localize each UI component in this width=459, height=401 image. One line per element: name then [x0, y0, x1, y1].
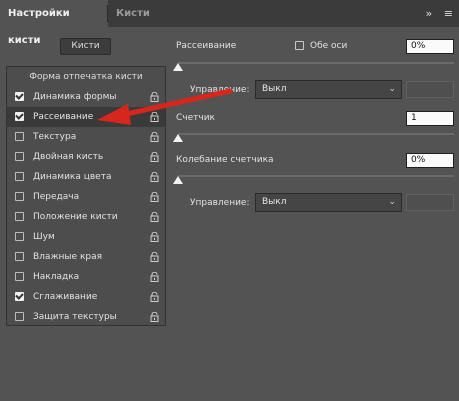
list-item[interactable]: Динамика формы [7, 87, 165, 107]
item-label: Текстура [33, 132, 77, 142]
item-checkbox[interactable] [15, 312, 24, 321]
lock-icon[interactable] [150, 92, 159, 102]
scatter-control-select[interactable]: Выкл ⌄ [255, 80, 402, 99]
count-value-field[interactable]: 1 [406, 111, 454, 126]
list-item[interactable]: Передача [7, 187, 165, 207]
list-item[interactable]: Текстура [7, 127, 165, 147]
list-item[interactable]: Накладка [7, 267, 165, 287]
count-label: Счетчик [176, 113, 215, 123]
item-checkbox[interactable] [15, 92, 24, 101]
lock-icon[interactable] [150, 232, 159, 242]
count-jitter-value-field[interactable]: 0% [406, 153, 454, 168]
lock-icon[interactable] [150, 132, 159, 142]
item-label: Двойная кисть [33, 152, 104, 162]
chevron-down-icon: ⌄ [388, 197, 396, 207]
scatter-value-field[interactable]: 0% [406, 39, 454, 54]
item-checkbox[interactable] [15, 132, 24, 141]
item-checkbox[interactable] [15, 172, 24, 181]
lock-icon[interactable] [150, 312, 159, 322]
lock-icon[interactable] [150, 292, 159, 302]
both-axes-label: Обе оси [310, 41, 348, 51]
lock-icon[interactable] [150, 192, 159, 202]
brushes-button[interactable]: Кисти [60, 38, 111, 55]
item-checkbox[interactable] [15, 112, 24, 121]
list-item[interactable]: Влажные края [7, 247, 165, 267]
item-label: Динамика цвета [33, 172, 112, 182]
list-item[interactable]: Динамика цвета [7, 167, 165, 187]
scatter-label: Рассеивание [176, 41, 237, 51]
item-label: Рассеивание [33, 112, 94, 122]
list-item[interactable]: Рассеивание [7, 107, 165, 127]
double-chevron-icon[interactable]: » [426, 0, 433, 27]
brush-options-list: Форма отпечатка кисти Динамика формы Расс… [6, 66, 166, 326]
lock-icon[interactable] [150, 272, 159, 282]
tabbar-controls: » ≡ [418, 0, 453, 27]
count-slider-track[interactable] [178, 133, 454, 135]
count-jitter-control-select[interactable]: Выкл ⌄ [255, 193, 402, 212]
item-checkbox[interactable] [15, 272, 24, 281]
lock-icon[interactable] [150, 252, 159, 262]
chevron-down-icon: ⌄ [388, 84, 396, 94]
scatter-slider-track[interactable] [178, 62, 454, 64]
count-slider-thumb[interactable] [173, 134, 183, 142]
lock-icon[interactable] [150, 112, 159, 122]
menu-icon[interactable]: ≡ [444, 0, 453, 27]
item-checkbox[interactable] [15, 232, 24, 241]
count-jitter-control-value: Выкл [262, 197, 287, 207]
lock-icon[interactable] [150, 172, 159, 182]
item-checkbox[interactable] [15, 152, 24, 161]
tab-brushes[interactable]: Кисти [108, 0, 158, 27]
lock-icon[interactable] [150, 212, 159, 222]
scatter-control-value: Выкл [262, 84, 287, 94]
item-label: Шум [33, 232, 55, 242]
item-label: Защита текстуры [33, 312, 117, 322]
list-item[interactable]: Положение кисти [7, 207, 165, 227]
item-label: Положение кисти [33, 212, 118, 222]
scatter-slider-thumb[interactable] [173, 63, 183, 71]
scatter-control-label: Управление: [190, 85, 250, 95]
count-jitter-slider-thumb[interactable] [173, 176, 183, 184]
item-checkbox[interactable] [15, 192, 24, 201]
brush-tip-shape-item[interactable]: Форма отпечатка кисти [7, 67, 165, 87]
lock-icon[interactable] [150, 152, 159, 162]
item-label: Сглаживание [33, 292, 98, 302]
item-checkbox[interactable] [15, 252, 24, 261]
list-item[interactable]: Сглаживание [7, 287, 165, 307]
item-checkbox[interactable] [15, 292, 24, 301]
item-label: Накладка [33, 272, 80, 282]
tab-bar: Настройки кисти Кисти » ≡ [0, 0, 459, 46]
item-label: Влажные края [33, 252, 103, 262]
list-item[interactable]: Двойная кисть [7, 147, 165, 167]
count-jitter-slider-track[interactable] [178, 175, 454, 177]
tab-brush-settings[interactable]: Настройки кисти [0, 0, 108, 46]
count-jitter-label: Колебание счетчика [176, 155, 274, 165]
scatter-control-extra-field [406, 81, 454, 98]
item-label: Передача [33, 192, 80, 202]
both-axes-checkbox[interactable] [295, 41, 304, 50]
item-label: Динамика формы [33, 92, 117, 102]
count-jitter-control-extra-field [406, 194, 454, 211]
list-item[interactable]: Шум [7, 227, 165, 247]
item-checkbox[interactable] [15, 212, 24, 221]
list-item[interactable]: Защита текстуры [7, 307, 165, 327]
count-jitter-control-label: Управление: [190, 198, 250, 208]
